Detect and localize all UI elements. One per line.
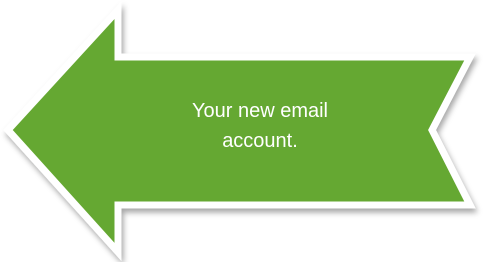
callout-line-1: Your new email	[191, 100, 328, 122]
arrow-callout: Your new email account.	[0, 0, 485, 262]
callout-message: Your new email account.	[125, 96, 395, 156]
callout-line-2: account.	[222, 130, 298, 152]
